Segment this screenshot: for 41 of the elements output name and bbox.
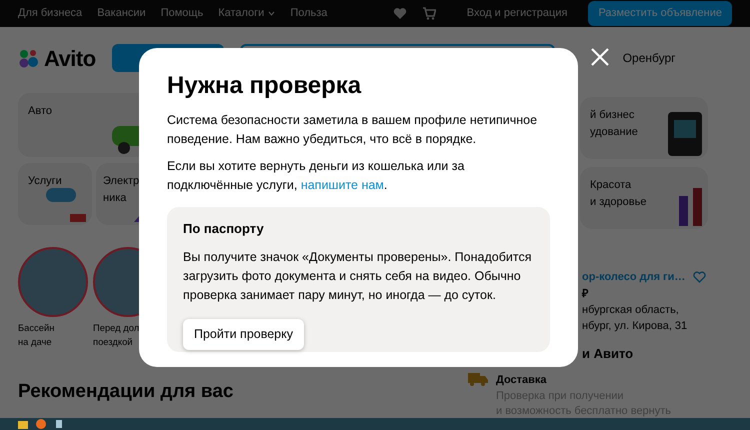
section-title: и Авито bbox=[582, 345, 634, 363]
login-link[interactable]: Вход и регистрация bbox=[466, 5, 568, 22]
feature-title: Доставка bbox=[496, 372, 548, 388]
category-label: Электр ника bbox=[103, 174, 140, 206]
nav-link[interactable]: Помощь bbox=[160, 5, 204, 22]
category-label: Услуги bbox=[28, 174, 62, 189]
category-label: Авто bbox=[28, 104, 52, 119]
contact-link[interactable]: напишите нам bbox=[300, 178, 384, 192]
dialog-text: Если вы хотите вернуть деньги из кошелька или за подключённые услуги, напишите нам. bbox=[167, 158, 466, 194]
category-card[interactable]: Услуги bbox=[18, 163, 92, 225]
city-link[interactable]: Оренбург bbox=[622, 49, 676, 67]
nav-link[interactable]: Вакансии bbox=[97, 5, 146, 22]
folder-icon bbox=[18, 420, 28, 428]
verify-button[interactable]: Пройти проверку bbox=[183, 319, 304, 350]
product-title[interactable]: ор-колесо для ги… bbox=[582, 269, 686, 285]
category-card[interactable]: Красота и здоровье bbox=[580, 167, 708, 229]
category-label: Красота и здоровье bbox=[590, 178, 646, 210]
app-icon bbox=[54, 419, 64, 429]
nav-link[interactable]: Польза bbox=[290, 5, 328, 22]
heart-icon[interactable] bbox=[693, 271, 706, 283]
post-ad-button[interactable]: Разместить объявление bbox=[588, 1, 732, 26]
category-label: й бизнес удование bbox=[590, 108, 638, 140]
option-text: Вы получите значок «Документы проверены». Понадобится загрузить фото документа и снять себя на видео. Обычно проверка занимает пару минут, но иногда — до суток. bbox=[183, 249, 532, 304]
section-title: Рекомендации для вас bbox=[18, 382, 234, 403]
nav-link[interactable]: Для бизнеса bbox=[18, 5, 82, 22]
option-title: По паспорту bbox=[183, 220, 265, 236]
cart-icon[interactable] bbox=[422, 7, 436, 20]
story-caption: Перед дол поездкой bbox=[93, 321, 140, 350]
close-button[interactable] bbox=[589, 46, 611, 68]
product-address: нбург, ул. Кирова, 31 bbox=[582, 319, 688, 334]
truck-icon bbox=[468, 372, 488, 386]
product-price: ₽ bbox=[582, 287, 588, 302]
browser-icon bbox=[36, 419, 46, 429]
card-terminal-picture bbox=[668, 112, 702, 156]
logo-text: Avito bbox=[44, 44, 96, 72]
heart-icon[interactable] bbox=[392, 7, 407, 20]
logo-icon bbox=[18, 48, 40, 68]
story-caption: Бассейн на даче bbox=[18, 321, 54, 350]
product-address: нбургская область, bbox=[582, 303, 680, 318]
category-card[interactable]: й бизнес удование bbox=[580, 97, 708, 159]
nav-link[interactable]: Каталоги bbox=[218, 5, 276, 22]
